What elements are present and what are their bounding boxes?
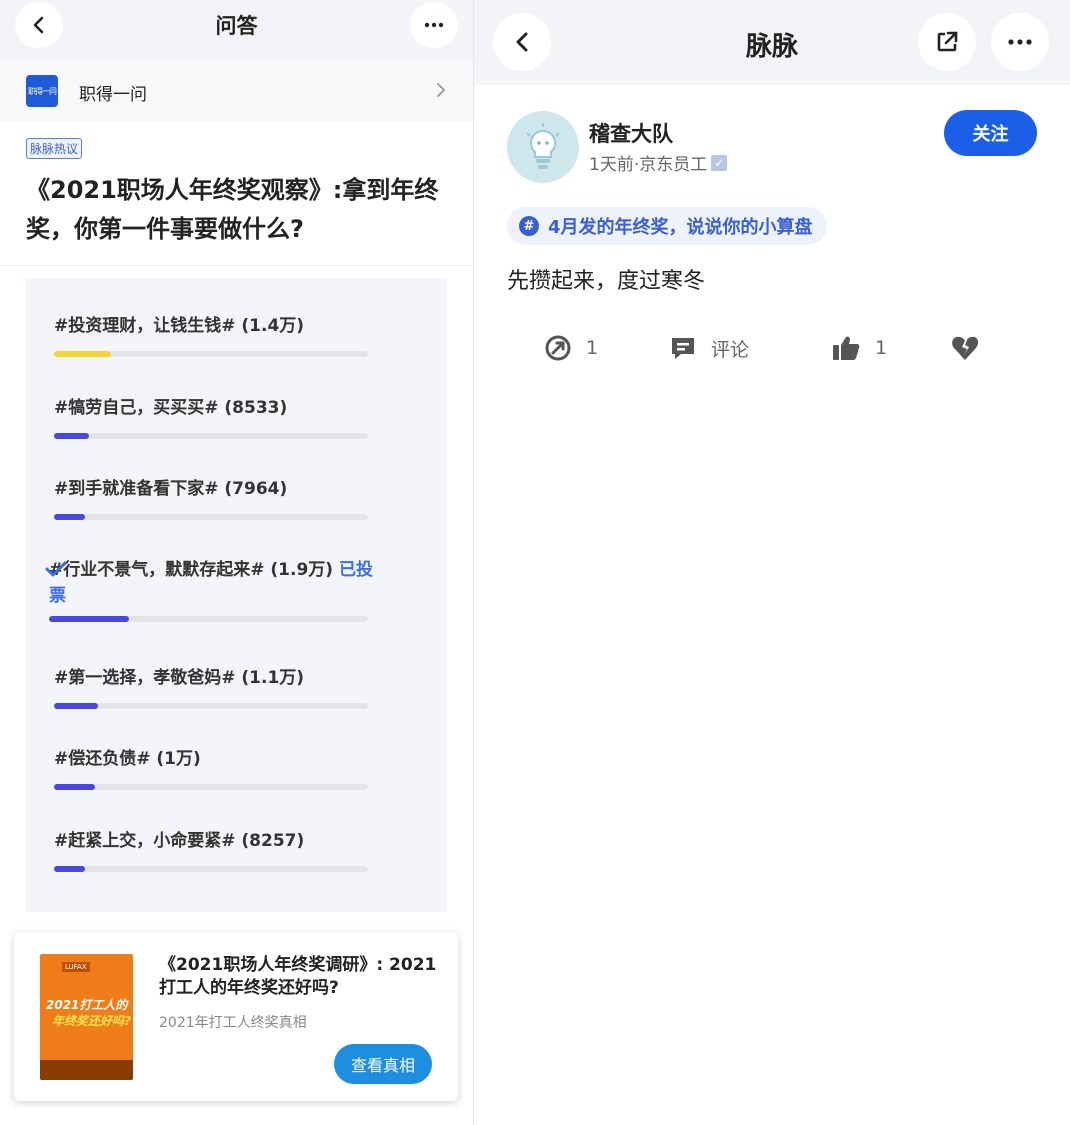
poll-progress-track xyxy=(54,433,368,439)
promo-title: 《2021职场人年终奖调研》: 2021打工人的年终奖还好吗? xyxy=(159,955,437,998)
right-header: 脉脉 xyxy=(474,0,1070,85)
poll-option-text: #第一选择，孝敬爸妈# (1.1万) xyxy=(54,668,305,688)
comment-action[interactable]: 评论 xyxy=(669,334,749,362)
poll-progress-fill xyxy=(54,514,86,520)
poll-progress-track xyxy=(54,866,368,872)
poll-option-text: #投资理财，让钱生钱# (1.4万) xyxy=(54,316,305,336)
poll-progress-fill xyxy=(54,784,95,790)
poll-option[interactable]: #犒劳自己，买买买# (8533) xyxy=(54,395,384,439)
question-title: 《2021职场人年终奖观察》:拿到年终奖，你第一件事要做什么? xyxy=(26,176,439,243)
poll-option-label: #赶紧上交，小命要紧# (8257) xyxy=(54,828,384,854)
left-header: 问答 xyxy=(0,0,473,60)
share-button[interactable] xyxy=(918,13,976,71)
poll-option-label: #到手就准备看下家# (7964) xyxy=(54,476,384,502)
topic-chip[interactable]: # 4月发的年终奖，说说你的小算盘 xyxy=(507,207,827,245)
poll-progress-fill xyxy=(54,351,111,357)
more-button[interactable] xyxy=(410,2,458,48)
poll-option[interactable]: #到手就准备看下家# (7964) xyxy=(54,476,384,520)
poll-progress-track xyxy=(49,616,368,622)
author-name[interactable]: 稽查大队 xyxy=(589,118,673,148)
promo-card[interactable]: LUFAX 2021打工人的 年终奖还好吗? 《2021职场人年终奖调研》: 2… xyxy=(14,932,458,1101)
poll-progress-fill xyxy=(54,703,98,709)
topic-text: 4月发的年终奖，说说你的小算盘 xyxy=(548,217,813,238)
poll-option[interactable]: #第一选择，孝敬爸妈# (1.1万) xyxy=(54,665,384,709)
promo-subtitle: 2021年打工人终奖真相 xyxy=(159,1015,307,1031)
cover-brand: LUFAX xyxy=(62,962,90,972)
forward-icon xyxy=(545,335,571,361)
dislike-action[interactable] xyxy=(950,334,994,362)
more-button[interactable] xyxy=(991,13,1049,71)
thumbs-up-icon xyxy=(833,336,860,360)
poll-option[interactable]: #行业不景气，默默存起来# (1.9万) 已投票 xyxy=(49,557,379,622)
source-row[interactable]: 职得一问 职得一问 xyxy=(0,60,473,122)
poll-progress-fill xyxy=(54,866,86,872)
page-title: 问答 xyxy=(215,14,258,38)
poll-option-label: #投资理财，让钱生钱# (1.4万) xyxy=(54,313,384,339)
broken-heart-icon xyxy=(952,336,979,360)
left-panel: 问答 职得一问 职得一问 脉脉热议 《2021职场人年终奖观察》:拿到年终奖，你… xyxy=(0,0,473,1125)
poll-option-text: #行业不景气，默默存起来# (1.9万) xyxy=(49,560,334,580)
comment-label: 评论 xyxy=(711,338,750,361)
poll-progress-fill xyxy=(54,433,89,439)
like-action[interactable]: 1 xyxy=(831,334,887,362)
post-body: 先攒起来，度过寒冬 xyxy=(507,269,706,294)
like-count: 1 xyxy=(875,337,888,359)
cover-strip xyxy=(40,1060,133,1080)
more-dots-icon xyxy=(424,22,444,28)
forward-action[interactable]: 1 xyxy=(544,334,598,362)
right-panel: 脉脉 稽查大队 1天前·京东员工 ✓ 关注 # 4月发的年终奖，说说你的小算盘 xyxy=(474,0,1070,1125)
chevron-right-icon xyxy=(437,83,446,97)
verified-badge-icon: ✓ xyxy=(711,154,728,171)
avatar[interactable] xyxy=(507,111,579,183)
page-title: 脉脉 xyxy=(745,32,798,62)
cover-title-line1: 2021打工人的 xyxy=(46,998,128,1012)
poll-option-label: #偿还负债# (1万) xyxy=(54,746,384,772)
source-name: 职得一问 xyxy=(79,85,147,105)
poll-progress-track xyxy=(54,703,368,709)
poll-option-label: #第一选择，孝敬爸妈# (1.1万) xyxy=(54,665,384,691)
hashtag-icon: # xyxy=(519,216,539,236)
more-dots-icon xyxy=(1008,39,1032,45)
author-meta-text: 1天前·京东员工 xyxy=(589,155,708,175)
topic-tag[interactable]: 脉脉热议 xyxy=(26,138,83,159)
author-meta: 1天前·京东员工 ✓ xyxy=(589,150,728,175)
promo-cover-image: LUFAX 2021打工人的 年终奖还好吗? xyxy=(40,954,133,1080)
poll-progress-track xyxy=(54,784,368,790)
poll-option-text: #犒劳自己，买买买# (8533) xyxy=(54,398,288,418)
poll-progress-track xyxy=(54,351,368,357)
poll-option-label: #犒劳自己，买买买# (8533) xyxy=(54,395,384,421)
comment-icon xyxy=(672,338,694,359)
share-icon xyxy=(937,31,958,52)
divider xyxy=(0,265,473,266)
poll-option-text: #赶紧上交，小命要紧# (8257) xyxy=(54,831,305,851)
poll-option[interactable]: #投资理财，让钱生钱# (1.4万) xyxy=(54,313,384,357)
source-logo: 职得一问 xyxy=(26,75,58,107)
forward-count: 1 xyxy=(586,337,599,359)
poll-progress-track xyxy=(54,514,368,520)
follow-button[interactable]: 关注 xyxy=(944,110,1037,156)
poll-option-text: #到手就准备看下家# (7964) xyxy=(54,479,288,499)
view-truth-button[interactable]: 查看真相 xyxy=(334,1044,432,1084)
lightbulb-avatar-icon xyxy=(526,123,560,169)
poll-option-text: #偿还负债# (1万) xyxy=(54,749,201,769)
cover-title-line2: 年终奖还好吗? xyxy=(52,1014,131,1028)
checkmark-icon xyxy=(45,561,67,577)
poll-option-label: #行业不景气，默默存起来# (1.9万) 已投票 xyxy=(49,557,379,609)
poll-option[interactable]: #偿还负债# (1万) xyxy=(54,746,384,790)
poll-option[interactable]: #赶紧上交，小命要紧# (8257) xyxy=(54,828,384,872)
poll-progress-fill xyxy=(49,616,129,622)
